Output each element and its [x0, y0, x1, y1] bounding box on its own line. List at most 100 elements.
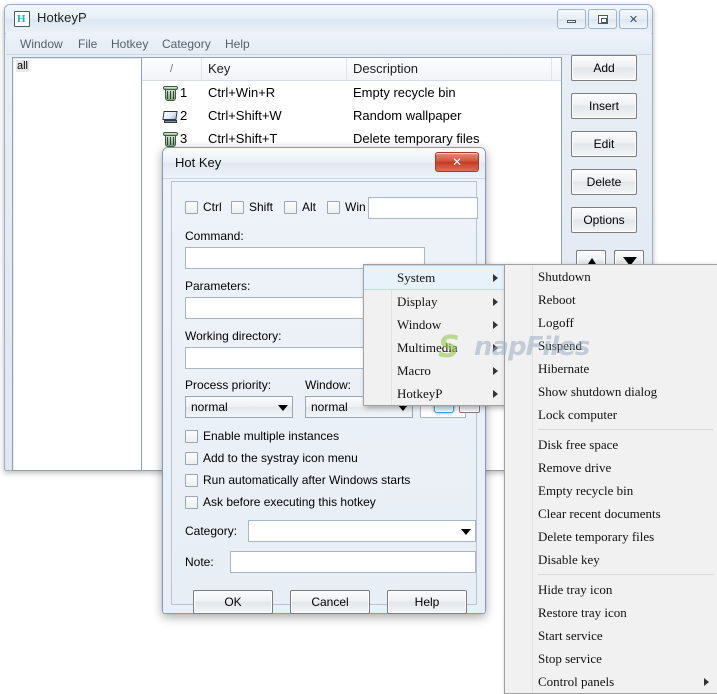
dialog-titlebar: Hot Key ✕	[163, 148, 485, 179]
minimize-button[interactable]	[557, 9, 586, 29]
checkbox-ask-before-executing[interactable]	[185, 496, 198, 509]
menu-item-hide-tray-icon[interactable]: Hide tray icon	[505, 578, 717, 601]
menu-item-macro[interactable]: Macro	[364, 359, 506, 382]
menu-item-shutdown[interactable]: Shutdown	[505, 265, 717, 288]
menu-item-hibernate[interactable]: Hibernate	[505, 357, 717, 380]
menu-item-window[interactable]: Window	[364, 313, 506, 336]
add-button[interactable]: Add	[571, 55, 637, 81]
menu-item-system[interactable]: System	[364, 265, 506, 290]
checkbox-run-automatically[interactable]	[185, 474, 198, 487]
label-category: Category:	[185, 524, 238, 538]
menu-hotkey[interactable]: Hotkey	[107, 36, 152, 52]
menu-item-delete-temporary-files[interactable]: Delete temporary files	[505, 525, 717, 548]
options-button[interactable]: Options	[571, 207, 637, 233]
menu-item-start-service[interactable]: Start service	[505, 624, 717, 647]
insert-button[interactable]: Insert	[571, 93, 637, 119]
menu-item-label: Show shutdown dialog	[538, 384, 658, 399]
label-shift: Shift	[249, 200, 274, 214]
menubar: Window File Hotkey Category Help	[6, 33, 651, 55]
close-icon: ✕	[628, 13, 639, 26]
label-win: Win	[345, 200, 366, 214]
list-header: / Key Description	[142, 58, 561, 81]
table-row[interactable]: 1 Ctrl+Win+R Empty recycle bin	[142, 82, 561, 105]
menu-item-label: Restore tray icon	[538, 605, 627, 620]
label-add-to-systray-menu: Add to the systray icon menu	[203, 451, 358, 465]
row-description: Random wallpaper	[353, 108, 462, 123]
row-number: 3	[180, 131, 188, 146]
label-ctrl: Ctrl	[203, 200, 222, 214]
minimize-icon	[558, 10, 585, 28]
menu-item-show-shutdown-dialog[interactable]: Show shutdown dialog	[505, 380, 717, 403]
row-description: Empty recycle bin	[353, 85, 456, 100]
category-list[interactable]: all	[12, 57, 142, 471]
chevron-right-icon	[493, 367, 498, 375]
menu-item-label: Multimedia	[397, 340, 458, 355]
help-button[interactable]: Help	[387, 590, 467, 614]
menu-separator	[538, 574, 713, 575]
table-row[interactable]: 2 Ctrl+Shift+W Random wallpaper	[142, 105, 561, 128]
menu-item-restore-tray-icon[interactable]: Restore tray icon	[505, 601, 717, 624]
category-select[interactable]	[248, 520, 476, 542]
monitor-icon	[162, 108, 179, 125]
close-button[interactable]: ✕	[619, 9, 648, 29]
checkbox-enable-multiple-instances[interactable]	[185, 430, 198, 443]
menu-item-label: System	[397, 270, 436, 285]
menu-item-reboot[interactable]: Reboot	[505, 288, 717, 311]
chevron-down-icon	[461, 529, 471, 535]
menu-item-label: Disable key	[538, 552, 600, 567]
menu-item-label: Disk free space	[538, 437, 619, 452]
menu-item-disk-free-space[interactable]: Disk free space	[505, 433, 717, 456]
column-header-sort[interactable]: /	[142, 58, 202, 80]
menu-item-logoff[interactable]: Logoff	[505, 311, 717, 334]
menu-item-multimedia[interactable]: Multimedia	[364, 336, 506, 359]
menu-item-empty-recycle-bin[interactable]: Empty recycle bin	[505, 479, 717, 502]
maximize-button[interactable]	[588, 9, 617, 29]
note-input[interactable]	[230, 551, 476, 573]
menu-item-disable-key[interactable]: Disable key	[505, 548, 717, 571]
action-button-column: Add Insert Edit Delete Options	[571, 55, 647, 272]
menu-item-lock-computer[interactable]: Lock computer	[505, 403, 717, 426]
menu-item-label: Hibernate	[538, 361, 590, 376]
menu-window[interactable]: Window	[16, 36, 67, 52]
category-item-all[interactable]: all	[16, 60, 30, 72]
label-run-automatically: Run automatically after Windows starts	[203, 473, 411, 487]
menu-item-hotkeyp[interactable]: HotkeyP	[364, 382, 506, 405]
menu-item-label: Reboot	[538, 292, 576, 307]
column-header-description[interactable]: Description	[347, 58, 552, 80]
app-icon: H	[14, 11, 30, 27]
menu-item-suspend[interactable]: Suspend	[505, 334, 717, 357]
process-priority-select[interactable]: normal	[185, 396, 293, 418]
menu-item-label: Display	[397, 294, 438, 309]
menu-item-display[interactable]: Display	[364, 290, 506, 313]
dialog-close-button[interactable]: ✕	[435, 152, 479, 172]
context-menu-level1: System Display Window Multimedia Macro H…	[363, 264, 507, 406]
recycle-bin-icon	[162, 85, 179, 102]
checkbox-shift[interactable]	[231, 201, 244, 214]
delete-button[interactable]: Delete	[571, 169, 637, 195]
menu-item-label: Macro	[397, 363, 431, 378]
label-command: Command:	[185, 229, 244, 243]
menu-category[interactable]: Category	[158, 36, 215, 52]
checkbox-add-to-systray-menu[interactable]	[185, 452, 198, 465]
recycle-bin-icon	[162, 131, 179, 148]
label-parameters: Parameters:	[185, 279, 251, 293]
menu-item-stop-service[interactable]: Stop service	[505, 647, 717, 670]
ok-button[interactable]: OK	[193, 590, 273, 614]
menu-item-label: Window	[397, 317, 442, 332]
process-priority-value: normal	[191, 400, 228, 414]
column-header-key[interactable]: Key	[202, 58, 347, 80]
checkbox-alt[interactable]	[284, 201, 297, 214]
menu-item-label: Stop service	[538, 651, 602, 666]
menu-item-clear-recent-documents[interactable]: Clear recent documents	[505, 502, 717, 525]
row-key: Ctrl+Shift+T	[208, 131, 278, 146]
dialog-title: Hot Key	[175, 155, 222, 170]
menu-item-remove-drive[interactable]: Remove drive	[505, 456, 717, 479]
menu-file[interactable]: File	[74, 36, 101, 52]
edit-button[interactable]: Edit	[571, 131, 637, 157]
checkbox-win[interactable]	[327, 201, 340, 214]
cancel-button[interactable]: Cancel	[290, 590, 370, 614]
menu-item-label: Suspend	[538, 338, 583, 353]
key-input[interactable]	[368, 197, 478, 219]
menu-help[interactable]: Help	[221, 36, 254, 52]
checkbox-ctrl[interactable]	[185, 201, 198, 214]
